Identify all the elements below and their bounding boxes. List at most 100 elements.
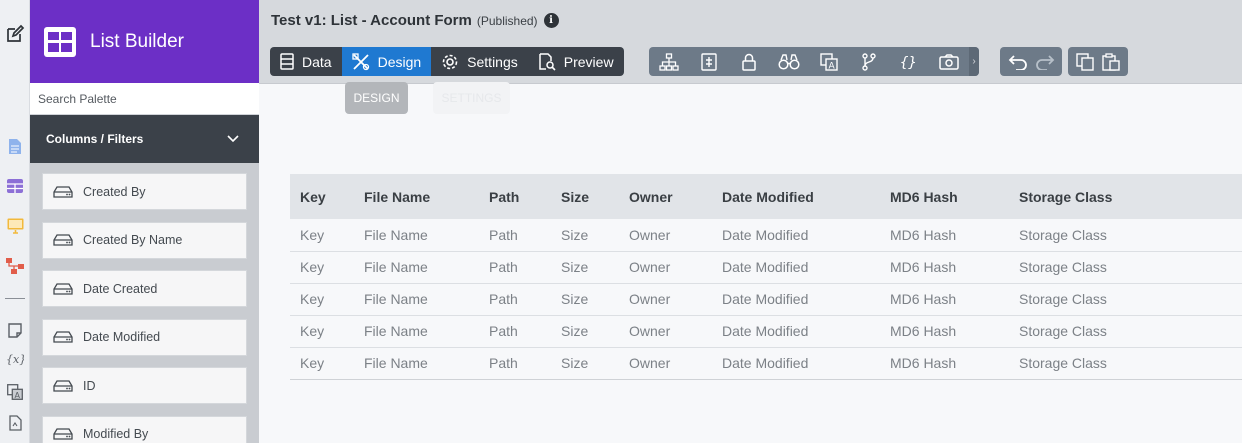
braces-icon[interactable]: {}: [889, 47, 929, 76]
drive-icon: [53, 428, 73, 440]
table-cell: File Name: [354, 315, 479, 348]
table-cell: MD6 Hash: [880, 347, 1009, 380]
translate-icon[interactable]: A: [5, 382, 25, 402]
table-row: Key File Name Path Size Owner Date Modif…: [290, 283, 1242, 316]
palette-item-id[interactable]: ID: [42, 367, 247, 404]
palette-item-date-created[interactable]: Date Created: [42, 270, 247, 307]
branch-icon[interactable]: [849, 47, 889, 76]
table-cell: Storage Class: [1009, 347, 1242, 380]
column-header-owner[interactable]: Owner: [619, 174, 712, 219]
edit-icon[interactable]: [5, 24, 25, 44]
table-cell: Size: [551, 251, 619, 284]
column-header-storage-class[interactable]: Storage Class: [1009, 174, 1242, 219]
monitor-icon[interactable]: [5, 216, 25, 236]
table-icon[interactable]: [5, 176, 25, 196]
column-header-size[interactable]: Size: [551, 174, 619, 219]
table-cell: Date Modified: [712, 251, 880, 284]
table-cell: Date Modified: [712, 219, 880, 252]
note-icon[interactable]: [5, 320, 25, 340]
table-row: Key File Name Path Size Owner Date Modif…: [290, 315, 1242, 348]
palette-item-label: Created By: [83, 184, 146, 199]
variable-icon[interactable]: {x}: [5, 349, 25, 369]
section-title: Columns / Filters: [46, 132, 144, 146]
table-row: Key File Name Path Size Owner Date Modif…: [290, 219, 1242, 252]
table-cell: Owner: [619, 347, 712, 380]
table-cell: Owner: [619, 315, 712, 348]
table-cell: Path: [479, 283, 551, 316]
tab-settings[interactable]: Settings: [431, 47, 528, 76]
column-header-file-name[interactable]: File Name: [354, 174, 479, 219]
palette-item-date-modified[interactable]: Date Modified: [42, 318, 247, 356]
columns-filters-section-header[interactable]: Columns / Filters: [30, 115, 259, 163]
tab-design[interactable]: Design: [341, 47, 432, 76]
tab-label: Data: [302, 53, 332, 70]
gear-icon: [442, 54, 458, 69]
column-header-key[interactable]: Key: [290, 174, 354, 219]
column-header-md6-hash[interactable]: MD6 Hash: [880, 174, 1009, 219]
table-row: Key File Name Path Size Owner Date Modif…: [290, 251, 1242, 284]
table-cell: File Name: [354, 347, 479, 380]
table-cell: Key: [290, 251, 354, 284]
palette-item-created-by-name[interactable]: Created By Name: [42, 221, 247, 259]
design-ghost-button[interactable]: DESIGN: [345, 82, 408, 114]
palette-item-label: Date Created: [83, 281, 158, 296]
tab-preview[interactable]: Preview: [528, 47, 624, 76]
tab-data[interactable]: Data: [270, 47, 342, 76]
drive-icon: [53, 234, 73, 246]
table-cell: Storage Class: [1009, 251, 1242, 284]
undo-icon[interactable]: [1008, 54, 1028, 70]
tab-label: Settings: [467, 53, 518, 70]
search-placeholder: Search Palette: [38, 91, 117, 106]
settings-ghost-label: SETTINGS: [441, 91, 502, 105]
translate-icon[interactable]: A: [809, 47, 849, 76]
file-code-icon[interactable]: [5, 413, 25, 433]
table-cell: File Name: [354, 251, 479, 284]
table-cell: Path: [479, 219, 551, 252]
hierarchy-icon[interactable]: [649, 47, 689, 76]
settings-ghost-button[interactable]: SETTINGS: [433, 82, 510, 114]
table-cell: Size: [551, 219, 619, 252]
table-cell: MD6 Hash: [880, 219, 1009, 252]
search-palette-input[interactable]: Search Palette: [30, 83, 259, 115]
column-header-date-modified[interactable]: Date Modified: [712, 174, 880, 219]
copy-icon[interactable]: [1076, 52, 1094, 71]
table-cell: Key: [290, 219, 354, 252]
column-header-path[interactable]: Path: [479, 174, 551, 219]
workflow-icon[interactable]: [5, 256, 25, 276]
table-cell: Size: [551, 315, 619, 348]
chevron-down-icon: [227, 135, 239, 143]
redo-icon[interactable]: [1035, 54, 1055, 70]
palette-item-label: Date Modified: [83, 330, 161, 344]
svg-text:A: A: [15, 391, 21, 400]
table-cell: Key: [290, 315, 354, 348]
form-title-bar: Test v1: List - Account Form (Published)…: [271, 12, 559, 29]
table-cell: Key: [290, 283, 354, 316]
svg-text:{x}: {x}: [6, 353, 24, 366]
table-cell: Owner: [619, 283, 712, 316]
app-header: List Builder: [30, 0, 259, 83]
design-ghost-label: DESIGN: [353, 91, 400, 105]
toolbar-overflow-chevron-icon[interactable]: ›: [969, 47, 979, 76]
table-cell: Size: [551, 347, 619, 380]
paste-icon[interactable]: [1102, 52, 1120, 71]
camera-icon[interactable]: [929, 47, 969, 76]
clipboard-toolbar: [1068, 47, 1128, 76]
palette-item-modified-by[interactable]: Modified By: [42, 415, 247, 443]
table-cell: Storage Class: [1009, 219, 1242, 252]
table-cell: MD6 Hash: [880, 283, 1009, 316]
document-icon[interactable]: [5, 136, 25, 156]
table-cell: File Name: [354, 283, 479, 316]
table-cell: MD6 Hash: [880, 251, 1009, 284]
info-icon[interactable]: i: [543, 13, 559, 28]
drive-icon: [53, 331, 73, 343]
table-cell: Date Modified: [712, 347, 880, 380]
form-icon[interactable]: [689, 47, 729, 76]
svg-text:{}: {}: [900, 55, 917, 70]
binoculars-icon[interactable]: [769, 47, 809, 76]
lock-icon[interactable]: [729, 47, 769, 76]
table-cell: Key: [290, 347, 354, 380]
table-cell: MD6 Hash: [880, 315, 1009, 348]
palette-item-created-by[interactable]: Created By: [42, 173, 247, 210]
drive-icon: [53, 185, 73, 198]
svg-text:A: A: [829, 61, 836, 71]
